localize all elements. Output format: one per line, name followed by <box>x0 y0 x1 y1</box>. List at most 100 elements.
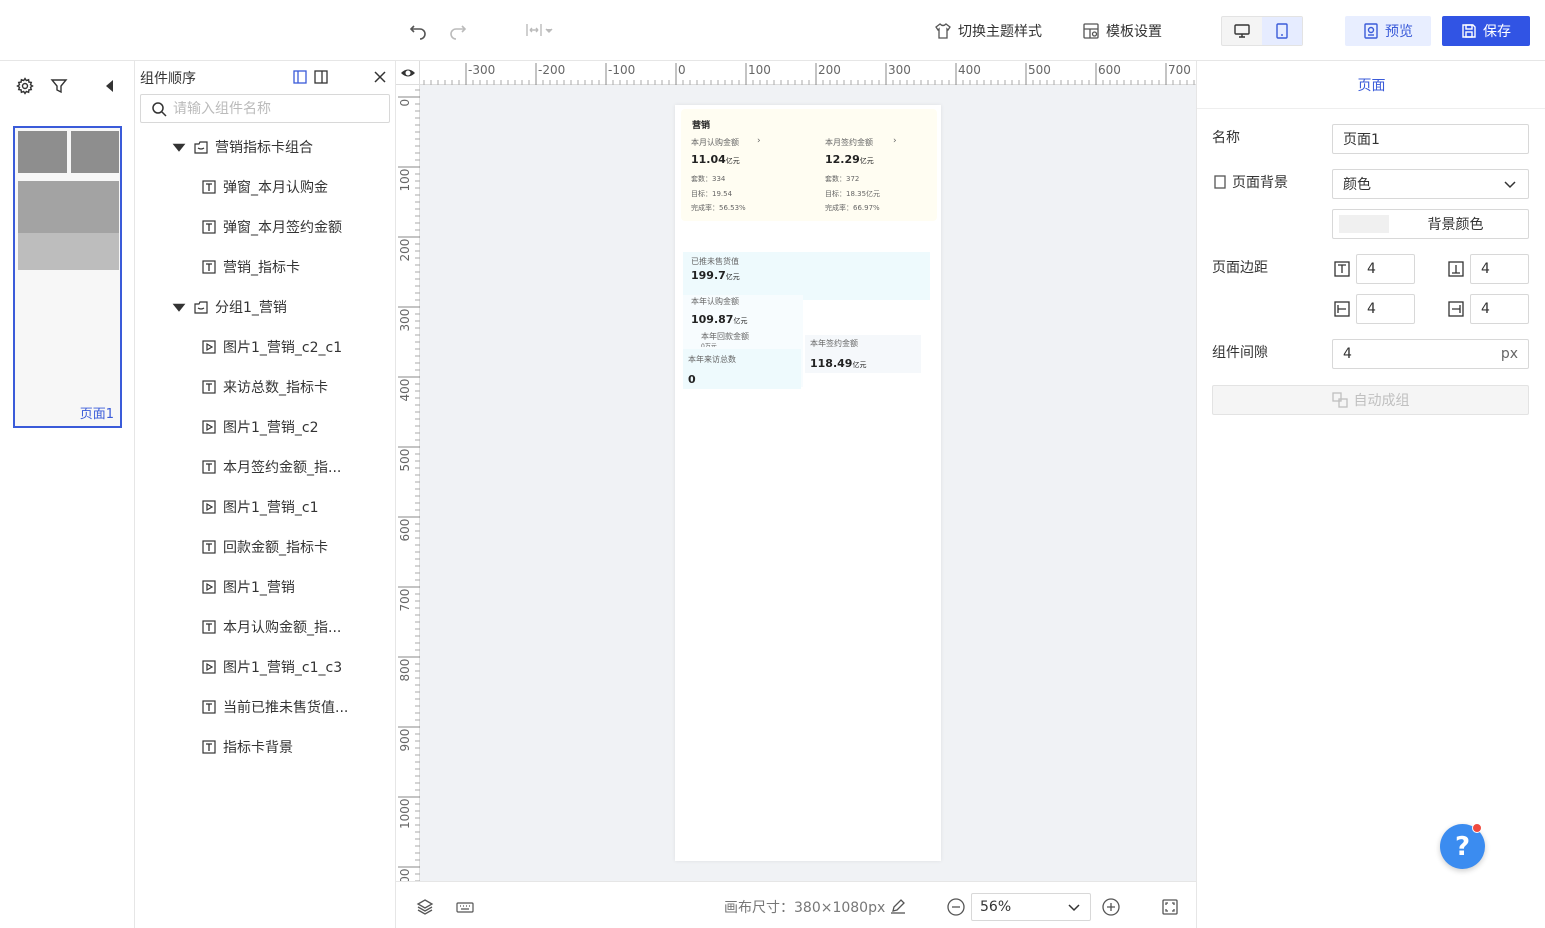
ruler-top-label: 300 <box>888 63 911 77</box>
caret-down-icon[interactable] <box>171 299 187 315</box>
tree-item[interactable]: 图片1_营销_c1 <box>201 495 319 519</box>
template-settings-label: 模板设置 <box>1106 24 1162 40</box>
component-gap-label: 组件间隙 <box>1212 345 1268 361</box>
tree-item-label: 分组1_营销 <box>215 300 287 316</box>
tree-item-label: 图片1_营销 <box>223 580 295 596</box>
keyboard-icon[interactable] <box>455 898 475 916</box>
ruler-top-label: 700 <box>1168 63 1191 77</box>
ruler-corner[interactable] <box>396 61 420 85</box>
margin-bottom-icon <box>1448 261 1464 277</box>
tab-page[interactable]: 页面 <box>1197 61 1545 109</box>
card1-chevron-icon: › <box>757 136 761 146</box>
save-button[interactable]: 保存 <box>1442 16 1530 46</box>
card2-title[interactable]: 本月签约金额 <box>825 137 873 148</box>
thumb-block <box>18 131 67 173</box>
help-label: ? <box>1454 831 1471 862</box>
margin-left-input[interactable]: 4 <box>1356 294 1415 324</box>
margin-left-icon <box>1334 301 1350 317</box>
ruler-top-label: 100 <box>748 63 771 77</box>
preview-icon <box>1364 23 1378 39</box>
group-folder-icon <box>194 141 208 154</box>
zoom-out-icon[interactable] <box>946 897 966 917</box>
background-color-picker[interactable]: 背景颜色 <box>1332 209 1529 239</box>
auto-group-button[interactable]: 自动成组 <box>1212 385 1529 415</box>
chevron-down-icon <box>1504 181 1516 189</box>
tree-item[interactable]: 图片1_营销_c1_c3 <box>201 655 342 679</box>
tree-item[interactable]: 图片1_营销_c2 <box>201 415 319 439</box>
edit-size-icon[interactable] <box>889 897 907 915</box>
ruler-top: -300 -200 -100 0 100 200 300 400 500 600 700 <box>420 61 1196 85</box>
filter-icon[interactable] <box>50 77 68 95</box>
tree-item[interactable]: 分组1_营销 <box>171 295 287 319</box>
template-settings-button[interactable]: 模板设置 <box>1082 20 1162 42</box>
ruler-left-label: 1100 <box>398 868 412 881</box>
image-component-icon <box>202 660 216 674</box>
ruler-left-label: 200 <box>398 239 412 262</box>
tree-item[interactable]: 弹窗_本月认购金 <box>201 175 328 199</box>
top-toolbar: 切换主题样式 模板设置 预览 保存 <box>0 0 1545 61</box>
collapse-left-icon[interactable] <box>101 77 119 95</box>
layers-icon[interactable] <box>416 898 434 916</box>
text-component-icon <box>202 460 216 474</box>
undo-icon[interactable] <box>408 20 428 40</box>
tree-item[interactable]: 指标卡背景 <box>201 735 293 759</box>
preview-button[interactable]: 预览 <box>1345 16 1431 46</box>
caret-down-icon[interactable] <box>171 139 187 155</box>
tree-item[interactable]: 回款金额_指标卡 <box>201 535 328 559</box>
tree-item[interactable]: 营销_指标卡 <box>201 255 300 279</box>
card2-sets: 套数：372 <box>825 175 860 183</box>
desktop-view-button[interactable] <box>1222 17 1262 45</box>
text-component-icon <box>202 700 216 714</box>
thumb-block <box>18 233 119 270</box>
tree-item[interactable]: 本月认购金额_指... <box>201 615 341 639</box>
panel-view-icon[interactable] <box>313 69 329 85</box>
zoom-select[interactable]: 56% <box>971 893 1091 921</box>
image-component-icon <box>202 580 216 594</box>
align-dropdown-icon[interactable] <box>525 20 555 40</box>
text-component-icon <box>202 260 216 274</box>
background-type-select[interactable]: 颜色 <box>1332 169 1529 199</box>
tree-item[interactable]: 图片1_营销 <box>201 575 295 599</box>
year-sign-title: 本年签约金额 <box>810 339 858 348</box>
ruler-top-label: -200 <box>538 63 565 77</box>
component-gap-input[interactable]: 4 px <box>1332 339 1529 369</box>
text-component-icon <box>202 380 216 394</box>
text-component-icon <box>202 540 216 554</box>
fit-screen-icon[interactable] <box>1160 897 1180 917</box>
component-search-input[interactable] <box>173 100 373 117</box>
monitor-icon <box>1234 24 1250 38</box>
card1-title[interactable]: 本月认购金额 <box>691 137 739 148</box>
margin-bottom-input[interactable]: 4 <box>1470 254 1529 284</box>
page-name-value: 页面1 <box>1343 132 1380 148</box>
page-thumbnail-label: 页面1 <box>79 407 114 422</box>
redo-icon[interactable] <box>448 20 468 40</box>
split-view-icon[interactable] <box>292 69 308 85</box>
gear-icon[interactable] <box>16 77 34 95</box>
section-title: 营销 <box>692 121 711 131</box>
tree-item[interactable]: 本月签约金额_指... <box>201 455 341 479</box>
tree-item-label: 图片1_营销_c2_c1 <box>223 340 343 356</box>
search-icon <box>152 101 167 117</box>
tree-item-label: 图片1_营销_c2 <box>223 420 319 436</box>
margin-right-input[interactable]: 4 <box>1470 294 1529 324</box>
mobile-view-button[interactable] <box>1262 17 1302 45</box>
tree-item[interactable]: 弹窗_本月签约金额 <box>201 215 342 239</box>
close-icon[interactable] <box>372 69 388 85</box>
component-search <box>140 94 390 123</box>
tree-item-label: 回款金额_指标卡 <box>223 540 328 556</box>
canvas-area[interactable]: -300 -200 -100 0 100 200 300 400 500 600 700 0 100 2… <box>396 61 1196 881</box>
ruler-left-label: 0 <box>398 99 412 107</box>
tree-item[interactable]: 当前已推未售货值... <box>201 695 348 719</box>
switch-theme-button[interactable]: 切换主题样式 <box>934 20 1042 42</box>
text-component-icon <box>202 740 216 754</box>
tree-item[interactable]: 图片1_营销_c2_c1 <box>201 335 342 359</box>
margin-right-icon <box>1448 301 1464 317</box>
page-name-input[interactable]: 页面1 <box>1332 124 1529 154</box>
tree-item[interactable]: 来访总数_指标卡 <box>201 375 328 399</box>
page-artboard[interactable]: 营销 本月认购金额 › 11.04亿元 套数：334 目标：19.54 完成率：… <box>675 105 941 861</box>
tree-item[interactable]: 营销指标卡组合 <box>171 135 313 159</box>
page-thumbnail[interactable]: 页面1 <box>13 126 122 428</box>
zoom-in-icon[interactable] <box>1101 897 1121 917</box>
margin-top-input[interactable]: 4 <box>1356 254 1415 284</box>
name-label: 名称 <box>1212 130 1240 146</box>
